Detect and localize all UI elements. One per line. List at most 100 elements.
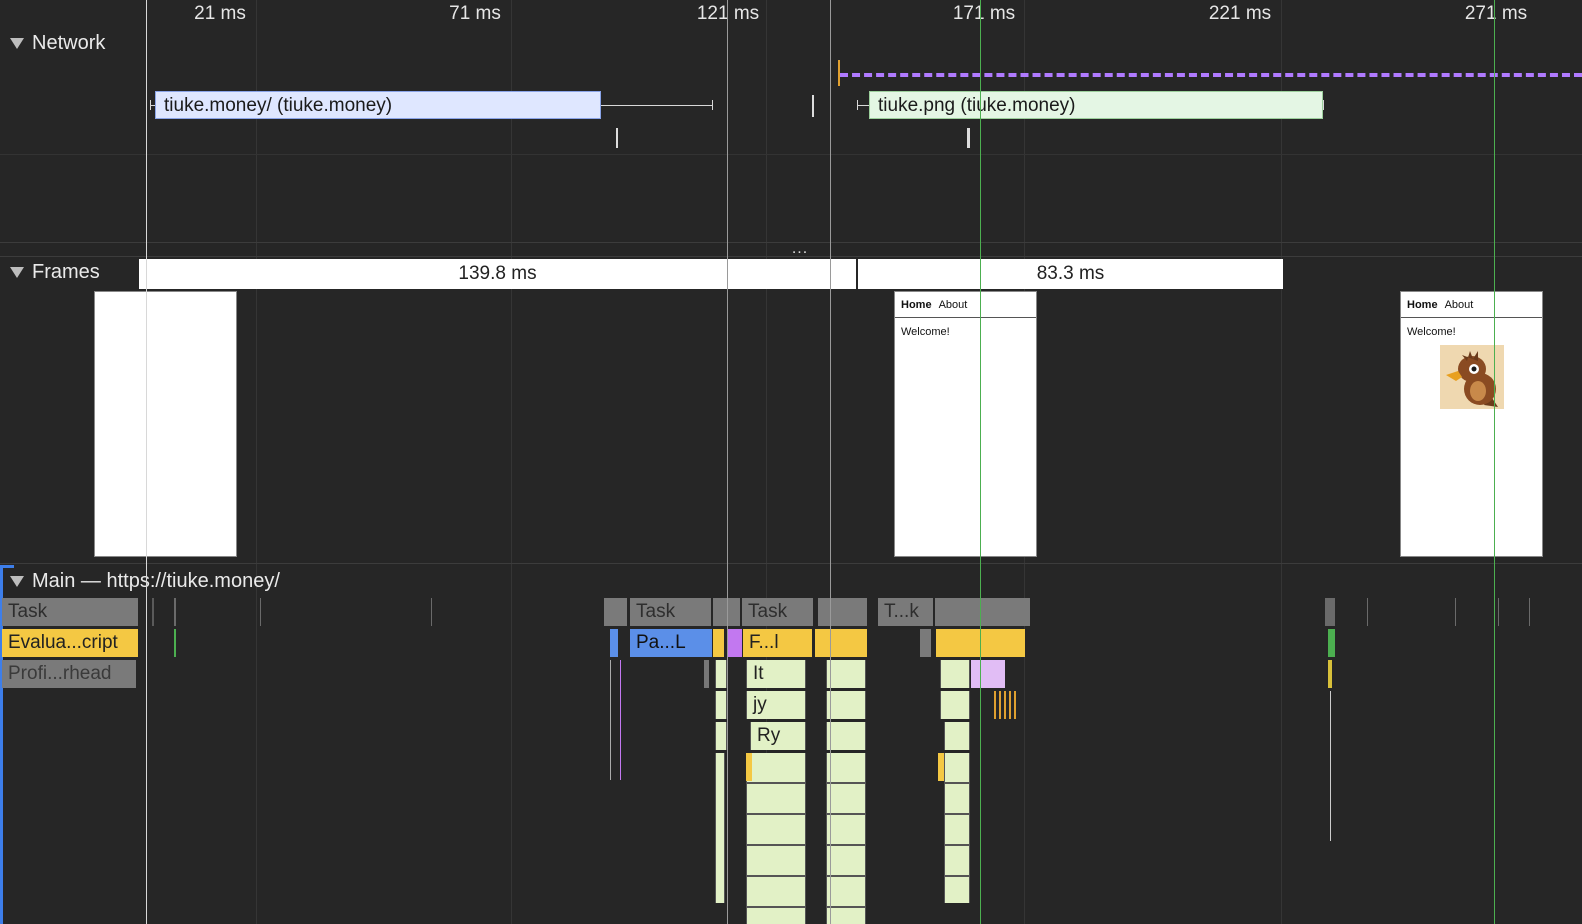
flame-task-sliver[interactable] <box>1325 598 1335 626</box>
selected-track-indicator <box>0 565 14 568</box>
flame-task[interactable] <box>920 629 932 657</box>
paint-marker-line <box>1494 0 1495 924</box>
frames-track-title: Frames <box>32 261 100 283</box>
request-marker <box>967 128 970 148</box>
flame-sliver[interactable] <box>1328 660 1332 688</box>
thumb-welcome-text: Welcome! <box>901 326 950 338</box>
flame-task-sliver[interactable] <box>260 598 261 626</box>
flame-sliver[interactable] <box>938 753 944 781</box>
network-request-image[interactable]: tiuke.png (tiuke.money) <box>869 91 1323 119</box>
flame-sliver <box>1330 691 1331 841</box>
thumb-nav-about: About <box>1444 299 1474 311</box>
flame-sliver[interactable] <box>704 660 709 688</box>
flame-task[interactable] <box>818 598 868 626</box>
flame-sliver <box>620 660 621 780</box>
marker-line <box>727 0 728 924</box>
thumb-nav-about: About <box>938 299 968 311</box>
flame-stack[interactable] <box>715 753 725 903</box>
flame-task[interactable]: Task <box>630 598 712 626</box>
frame-duration-bar[interactable]: 83.3 ms <box>858 259 1283 289</box>
flame-sliver[interactable] <box>610 629 618 657</box>
frames-track-header[interactable]: Frames <box>10 261 100 284</box>
flame-task[interactable]: Task <box>2 598 139 626</box>
frame-thumbnail-blank[interactable] <box>94 291 237 557</box>
track-separator <box>0 256 1582 257</box>
network-request-document[interactable]: tiuke.money/ (tiuke.money) <box>155 91 601 119</box>
flame-task[interactable]: T...k <box>878 598 934 626</box>
ruler-tick: 271 ms <box>1464 3 1528 24</box>
flame-task-sliver[interactable] <box>431 598 432 626</box>
network-track-title: Network <box>32 32 106 54</box>
flame-stack[interactable] <box>746 753 806 924</box>
grid-line <box>511 0 512 924</box>
flame-task-sliver[interactable] <box>1498 598 1499 626</box>
track-resize-handle[interactable]: ... <box>788 240 812 257</box>
network-track-header[interactable]: Network <box>10 32 105 55</box>
flame-function[interactable] <box>715 660 727 688</box>
frame-thumbnail[interactable]: Home About Welcome! <box>894 291 1037 557</box>
thumb-nav: Home About <box>1401 292 1542 318</box>
collapse-triangle-icon[interactable] <box>10 576 24 587</box>
whisker <box>601 105 713 106</box>
flame-task[interactable] <box>935 598 1031 626</box>
flame-task-sliver[interactable] <box>1455 598 1456 626</box>
pending-request-line[interactable] <box>840 73 1582 77</box>
frame-duration-bar[interactable]: 139.8 ms <box>139 259 856 289</box>
thumb-nav-home: Home <box>901 299 932 311</box>
thumb-nav-home: Home <box>1407 299 1438 311</box>
flame-function[interactable] <box>826 722 866 750</box>
flame-sliver[interactable] <box>746 753 752 781</box>
flame-parse-html[interactable]: Pa...L <box>630 629 712 657</box>
flame-function-call[interactable]: F...l <box>743 629 813 657</box>
flame-scripting[interactable] <box>936 629 1026 657</box>
flame-scripting[interactable] <box>815 629 868 657</box>
flame-profiling-overhead[interactable]: Profi...rhead <box>2 660 136 688</box>
whisker <box>857 105 869 106</box>
collapse-triangle-icon[interactable] <box>10 38 24 49</box>
network-row-separator <box>0 154 1582 155</box>
flame-sliver[interactable] <box>174 629 176 657</box>
flame-function[interactable] <box>940 660 970 688</box>
flame-function[interactable] <box>944 722 970 750</box>
paint-marker-line <box>980 0 981 924</box>
flame-function[interactable] <box>715 722 727 750</box>
flame-scripting[interactable] <box>713 629 725 657</box>
flame-paint[interactable] <box>971 660 1005 688</box>
ruler-tick: 171 ms <box>952 3 1016 24</box>
flame-function[interactable]: It <box>746 660 806 688</box>
marker-line <box>830 0 831 924</box>
ruler-tick: 121 ms <box>696 3 760 24</box>
ruler-tick: 221 ms <box>1208 3 1272 24</box>
whisker-cap <box>1323 100 1324 110</box>
thumb-nav: Home About <box>895 292 1036 318</box>
flame-task[interactable] <box>604 598 628 626</box>
frame-thumbnail[interactable]: Home About Welcome! <box>1400 291 1543 557</box>
main-track-header[interactable]: Main — https://tiuke.money/ <box>10 570 280 593</box>
ruler-tick: 71 ms <box>449 3 501 24</box>
grid-line <box>256 0 257 924</box>
cursor-line <box>146 0 147 924</box>
flame-task-sliver[interactable] <box>174 598 176 626</box>
ruler-tick: 21 ms <box>194 3 246 24</box>
flame-sliver[interactable] <box>1328 629 1335 657</box>
flame-function[interactable] <box>715 691 727 719</box>
flame-stack[interactable] <box>826 753 866 924</box>
request-marker <box>812 95 814 117</box>
flame-function[interactable] <box>826 691 866 719</box>
flame-task-sliver[interactable] <box>1529 598 1530 626</box>
collapse-triangle-icon[interactable] <box>10 267 24 278</box>
flame-task-sliver[interactable] <box>1367 598 1368 626</box>
flame-sliver <box>610 660 611 780</box>
flame-function[interactable]: jy <box>746 691 806 719</box>
flame-task-sliver[interactable] <box>152 598 154 626</box>
flame-function[interactable] <box>940 691 970 719</box>
flame-stack[interactable] <box>944 753 970 903</box>
track-separator <box>0 563 1582 564</box>
main-track-title: Main — https://tiuke.money/ <box>32 570 280 592</box>
flame-rendering[interactable] <box>727 629 742 657</box>
flame-function[interactable] <box>826 660 866 688</box>
flame-sliver[interactable] <box>994 691 1016 719</box>
flame-task[interactable]: Task <box>742 598 814 626</box>
flame-evaluate-script[interactable]: Evalua...cript <box>2 629 139 657</box>
flame-function[interactable]: Ry <box>750 722 806 750</box>
